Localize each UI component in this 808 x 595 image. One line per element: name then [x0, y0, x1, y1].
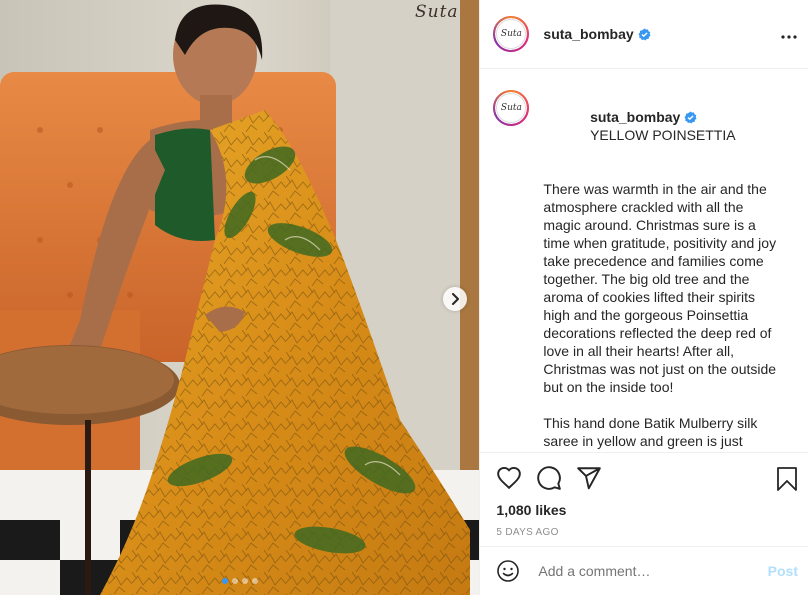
carousel-dots — [222, 578, 258, 584]
caption-section: Suta suta_bombay YELLOW POINSETTIA There… — [480, 69, 808, 452]
post-image[interactable]: Suta — [0, 0, 480, 595]
share-icon[interactable] — [576, 465, 602, 491]
post-comment-button[interactable]: Post — [768, 563, 798, 579]
verified-badge-icon — [638, 27, 651, 40]
more-options-button[interactable] — [781, 23, 797, 43]
avatar-logo: Suta — [496, 19, 527, 49]
avatar-logo: Suta — [496, 93, 527, 123]
comment-bar: Post — [480, 546, 808, 595]
post-header: Suta suta_bombay — [480, 0, 808, 69]
like-count[interactable]: 1,080 likes — [496, 502, 792, 518]
emoji-icon[interactable] — [496, 559, 520, 583]
caption-avatar[interactable]: Suta — [493, 90, 530, 126]
caption-row: Suta suta_bombay YELLOW POINSETTIA There… — [493, 90, 792, 452]
heart-icon[interactable] — [496, 465, 522, 491]
verified-badge-icon — [684, 111, 697, 124]
post-sidebar: Suta suta_bombay Suta suta_bombay YELLOW… — [479, 0, 808, 595]
avatar[interactable]: Suta — [493, 16, 530, 52]
username-link[interactable]: suta_bombay — [543, 26, 633, 42]
carousel-dot — [252, 578, 258, 584]
action-bar: 1,080 likes 5 DAYS AGO — [480, 452, 808, 546]
carousel-dot — [232, 578, 238, 584]
comment-input[interactable] — [536, 562, 768, 580]
ellipsis-icon — [781, 35, 797, 39]
caption-paragraph: There was warmth in the air and the atmo… — [543, 181, 780, 395]
caption-username-link[interactable]: suta_bombay — [590, 109, 680, 125]
post-timestamp[interactable]: 5 DAYS AGO — [496, 527, 792, 538]
bookmark-icon[interactable] — [776, 466, 798, 492]
caption-paragraph: This hand done Batik Mulberry silk saree… — [543, 415, 758, 452]
saree-photo — [0, 0, 480, 595]
carousel-dot — [222, 578, 228, 584]
action-icons — [496, 465, 797, 491]
comment-icon[interactable] — [536, 465, 562, 491]
carousel-dot — [242, 578, 248, 584]
caption-text: suta_bombay YELLOW POINSETTIA There was … — [543, 90, 779, 452]
next-image-button[interactable] — [443, 287, 467, 311]
chevron-right-icon — [452, 293, 459, 305]
brand-watermark: Suta — [415, 2, 459, 22]
instagram-post: Suta Suta suta_bombay Suta suta_bombay Y… — [0, 0, 808, 595]
caption-title: YELLOW POINSETTIA — [590, 127, 736, 143]
